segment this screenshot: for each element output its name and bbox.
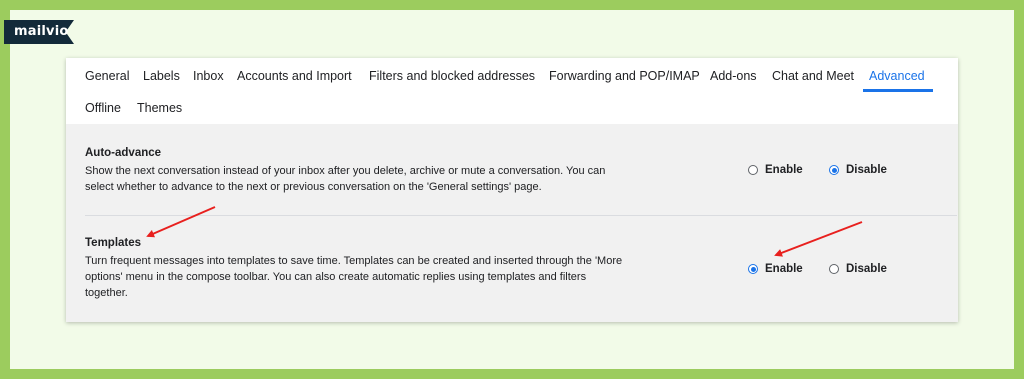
- auto-advance-disable-radio[interactable]: [829, 165, 839, 175]
- tab-accounts-and-import[interactable]: Accounts and Import: [237, 69, 352, 83]
- tab-labels[interactable]: Labels: [143, 69, 180, 83]
- templates-title: Templates: [85, 237, 142, 249]
- settings-tabs: General Labels Inbox Accounts and Import…: [66, 58, 958, 124]
- auto-advance-disable-option[interactable]: Disable: [829, 164, 887, 176]
- templates-disable-label[interactable]: Disable: [846, 263, 887, 275]
- auto-advance-enable-radio[interactable]: [748, 165, 758, 175]
- settings-panel: General Labels Inbox Accounts and Import…: [66, 58, 958, 322]
- tab-filters-and-blocked-addresses[interactable]: Filters and blocked addresses: [369, 69, 535, 83]
- tab-offline[interactable]: Offline: [85, 101, 121, 115]
- settings-divider: [85, 215, 957, 216]
- auto-advance-description: Show the next conversation instead of yo…: [85, 163, 685, 195]
- tab-inbox[interactable]: Inbox: [193, 69, 224, 83]
- templates-disable-radio[interactable]: [829, 264, 839, 274]
- tab-general[interactable]: General: [85, 69, 129, 83]
- tab-advanced[interactable]: Advanced: [869, 69, 925, 83]
- templates-desc-line: together.: [85, 287, 128, 299]
- tab-themes[interactable]: Themes: [137, 101, 182, 115]
- auto-advance-enable-label[interactable]: Enable: [765, 164, 803, 176]
- templates-enable-radio[interactable]: [748, 264, 758, 274]
- auto-advance-disable-label[interactable]: Disable: [846, 164, 887, 176]
- templates-disable-option[interactable]: Disable: [829, 263, 887, 275]
- auto-advance-enable-option[interactable]: Enable: [748, 164, 803, 176]
- auto-advance-title: Auto-advance: [85, 147, 162, 159]
- logo-text: mailvio: [14, 24, 69, 39]
- templates-description: Turn frequent messages into templates to…: [85, 253, 685, 301]
- auto-advance-desc-line: Show the next conversation instead of yo…: [85, 165, 606, 177]
- tab-add-ons[interactable]: Add-ons: [710, 69, 757, 83]
- templates-desc-line: Turn frequent messages into templates to…: [85, 255, 623, 267]
- tab-forwarding-and-pop-imap[interactable]: Forwarding and POP/IMAP: [549, 69, 700, 83]
- active-tab-indicator: [863, 89, 933, 92]
- tab-chat-and-meet[interactable]: Chat and Meet: [772, 69, 854, 83]
- templates-desc-line: options' menu in the compose toolbar. Yo…: [85, 271, 587, 283]
- templates-enable-label[interactable]: Enable: [765, 263, 803, 275]
- templates-enable-option[interactable]: Enable: [748, 263, 803, 275]
- auto-advance-desc-line: select whether to advance to the next or…: [85, 181, 542, 193]
